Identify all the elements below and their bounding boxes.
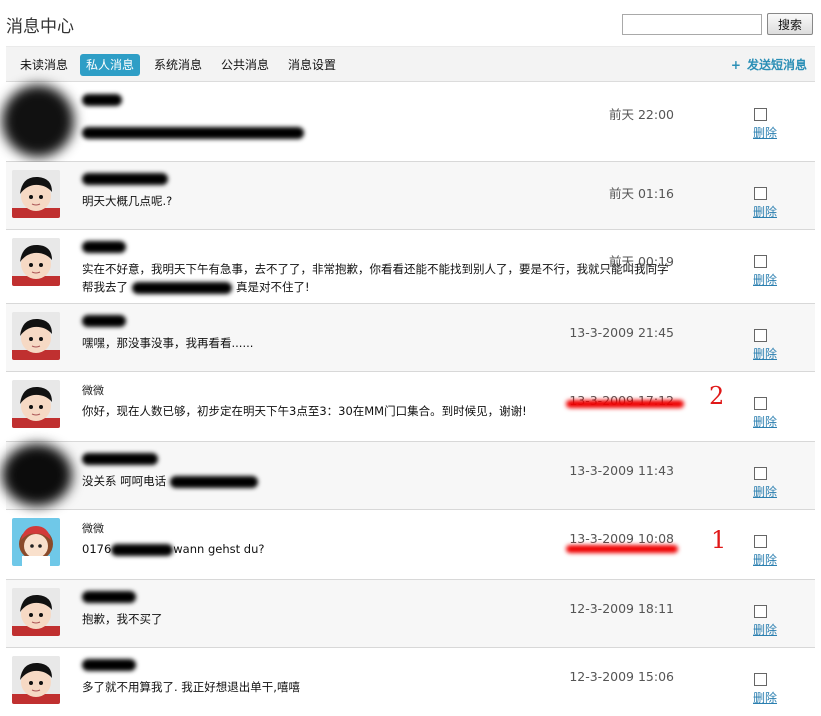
avatar [2, 85, 74, 157]
message-time: 前天 01:16 [609, 186, 674, 201]
sender-name [82, 93, 122, 107]
message-row: 微微 0176 wann gehst du? 13-3-2009 10:08 1 … [6, 510, 815, 580]
page-title: 消息中心 [6, 17, 74, 37]
select-checkbox[interactable] [754, 673, 767, 686]
red-underline-mark [566, 545, 678, 553]
sender-name [82, 658, 136, 672]
message-text-tail: 真是对不住了! [236, 280, 310, 294]
sender-name [82, 452, 158, 466]
sender-name [82, 314, 126, 328]
select-checkbox[interactable] [754, 397, 767, 410]
search-input[interactable] [622, 14, 762, 35]
sender-name: 微微 [82, 384, 104, 397]
send-message-label: 发送短消息 [746, 58, 807, 72]
message-row: 嘿嘿，那没事没事，我再看看...... 13-3-2009 21:45 删除 [6, 304, 815, 372]
avatar [12, 170, 60, 218]
message-time: 前天 22:00 [609, 107, 674, 122]
girl-avatar-icon [12, 518, 60, 566]
redaction-mark [82, 241, 126, 253]
message-row: 没关系 呵呵电话 13-3-2009 11:43 删除 [2, 442, 815, 510]
redaction-mark [82, 659, 136, 671]
message-row: 微微 你好，现在人数已够，初步定在明天下午3点至3：30在MM门口集合。到时候见… [6, 372, 815, 442]
message-text: 实在不好意，我明天下午有急事，去不了了，非常抱歉，你看看还能不能找到别人了，要是… [82, 260, 677, 296]
tab-private[interactable]: 私人消息 [80, 54, 141, 76]
message-text-body: 没关系 呵呵电话 [82, 474, 167, 488]
send-message-link[interactable]: + 发送短消息 [731, 54, 807, 76]
message-row: 多了就不用算我了. 我正好想退出单干,嘻嘻 12-3-2009 15:06 删除 [6, 648, 815, 716]
redaction-mark [82, 591, 136, 603]
search-button[interactable]: 搜索 [767, 13, 813, 35]
avatar [12, 588, 60, 636]
message-text-prefix: 0176 [82, 542, 112, 556]
avatar [12, 656, 60, 704]
redaction-mark [132, 281, 232, 294]
message-text-body: wann gehst du? [173, 542, 265, 556]
sender-name [82, 590, 136, 604]
select-checkbox[interactable] [754, 605, 767, 618]
avatar [2, 444, 72, 506]
message-row: 明天大概几点呢.? 前天 01:16 删除 [6, 162, 815, 230]
message-time: 13-3-2009 21:45 [569, 325, 674, 340]
message-row: 实在不好意，我明天下午有急事，去不了了，非常抱歉，你看看还能不能找到别人了，要是… [6, 230, 815, 304]
redaction-mark [82, 126, 304, 139]
message-time: 13-3-2009 11:43 [569, 463, 674, 478]
message-time: 12-3-2009 18:11 [569, 601, 674, 616]
message-time: 12-3-2009 15:06 [569, 669, 674, 684]
avatar [12, 380, 60, 428]
plus-icon: + [730, 58, 741, 72]
select-checkbox[interactable] [754, 535, 767, 548]
red-underline-mark [566, 400, 684, 408]
boy-avatar-icon [12, 380, 60, 428]
boy-avatar-icon [12, 656, 60, 704]
boy-avatar-icon [12, 170, 60, 218]
header: 消息中心 搜索 [0, 0, 821, 46]
tab-system[interactable]: 系统消息 [148, 54, 208, 76]
sender-name: 微微 [82, 522, 104, 535]
tab-settings[interactable]: 消息设置 [282, 54, 342, 76]
redaction-mark [82, 94, 122, 106]
redaction-mark [82, 315, 126, 327]
avatar [12, 312, 60, 360]
select-checkbox[interactable] [754, 108, 767, 121]
sender-name [82, 172, 168, 186]
select-checkbox[interactable] [754, 255, 767, 268]
redaction-mark [169, 475, 258, 488]
delete-link[interactable]: 删除 [753, 203, 777, 220]
boy-avatar-icon [12, 238, 60, 286]
boy-avatar-icon [12, 312, 60, 360]
delete-link[interactable]: 删除 [753, 551, 777, 568]
redaction-mark [82, 173, 168, 185]
delete-link[interactable]: 删除 [753, 345, 777, 362]
delete-link[interactable]: 删除 [753, 124, 777, 141]
select-checkbox[interactable] [754, 187, 767, 200]
redaction-mark [111, 543, 174, 556]
delete-link[interactable]: 删除 [753, 271, 777, 288]
delete-link[interactable]: 删除 [753, 413, 777, 430]
sender-name [82, 240, 126, 254]
tab-public[interactable]: 公共消息 [215, 54, 275, 76]
select-checkbox[interactable] [754, 329, 767, 342]
avatar [12, 238, 60, 286]
tab-bar: 未读消息 私人消息 系统消息 公共消息 消息设置 + 发送短消息 [6, 46, 815, 82]
delete-link[interactable]: 删除 [753, 621, 777, 638]
avatar [12, 518, 60, 566]
annotation-number-1: 1 [711, 526, 727, 554]
delete-link[interactable]: 删除 [753, 689, 777, 706]
tab-unread[interactable]: 未读消息 [14, 54, 74, 76]
message-time: 前天 00:19 [609, 254, 674, 269]
delete-link[interactable]: 删除 [753, 483, 777, 500]
message-text [82, 123, 682, 141]
boy-avatar-icon [12, 588, 60, 636]
message-row: 抱歉，我不买了 12-3-2009 18:11 删除 [6, 580, 815, 648]
annotation-number-2: 2 [709, 382, 725, 410]
message-row: 前天 22:00 删除 [2, 83, 815, 162]
redaction-mark [82, 453, 158, 465]
message-time: 13-3-2009 10:08 [569, 531, 674, 546]
message-list: 前天 22:00 删除 明天大概几点呢.? 前天 01:16 删除 实在不好意，… [2, 83, 815, 716]
select-checkbox[interactable] [754, 467, 767, 480]
message-text: 明天大概几点呢.? [82, 194, 173, 208]
